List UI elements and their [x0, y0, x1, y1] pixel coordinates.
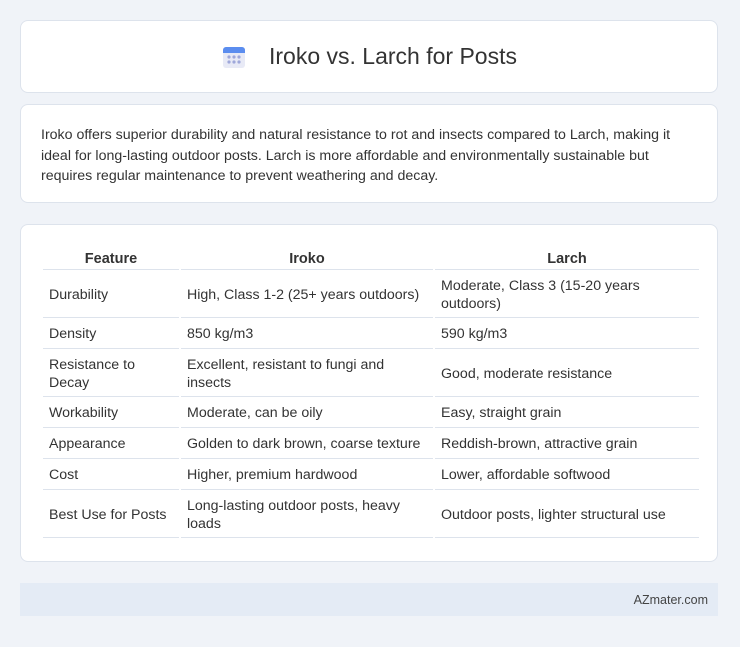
larch-cell: Reddish-brown, attractive grain	[435, 430, 699, 459]
summary-card: Iroko offers superior durability and nat…	[20, 104, 718, 203]
table-row: Durability High, Class 1-2 (25+ years ou…	[43, 272, 699, 318]
table-row: Density 850 kg/m3 590 kg/m3	[43, 320, 699, 349]
footer-brand: AZmater.com	[633, 592, 708, 607]
iroko-cell: Moderate, can be oily	[181, 399, 433, 428]
feature-cell: Durability	[43, 272, 179, 318]
iroko-cell: 850 kg/m3	[181, 320, 433, 349]
iroko-cell: Long-lasting outdoor posts, heavy loads	[181, 492, 433, 538]
header-iroko: Iroko	[181, 245, 433, 270]
footer-bar: AZmater.com	[20, 583, 718, 616]
feature-cell: Resistance to Decay	[43, 351, 179, 397]
feature-cell: Best Use for Posts	[43, 492, 179, 538]
table-header-row: Feature Iroko Larch	[43, 245, 699, 270]
iroko-cell: Excellent, resistant to fungi and insect…	[181, 351, 433, 397]
table-row: Appearance Golden to dark brown, coarse …	[43, 430, 699, 459]
feature-cell: Cost	[43, 461, 179, 490]
title-card: Iroko vs. Larch for Posts	[20, 20, 718, 93]
larch-cell: Moderate, Class 3 (15-20 years outdoors)	[435, 272, 699, 318]
table-row: Workability Moderate, can be oily Easy, …	[43, 399, 699, 428]
summary-text: Iroko offers superior durability and nat…	[41, 127, 671, 184]
calendar-icon	[223, 46, 245, 68]
table-row: Cost Higher, premium hardwood Lower, aff…	[43, 461, 699, 490]
comparison-card: Feature Iroko Larch Durability High, Cla…	[20, 224, 718, 562]
feature-cell: Appearance	[43, 430, 179, 459]
iroko-cell: Golden to dark brown, coarse texture	[181, 430, 433, 459]
header-larch: Larch	[435, 245, 699, 270]
larch-cell: Lower, affordable softwood	[435, 461, 699, 490]
larch-cell: Good, moderate resistance	[435, 351, 699, 397]
header-feature: Feature	[43, 245, 179, 270]
iroko-cell: High, Class 1-2 (25+ years outdoors)	[181, 272, 433, 318]
page-title: Iroko vs. Larch for Posts	[269, 43, 517, 69]
table-row: Resistance to Decay Excellent, resistant…	[43, 351, 699, 397]
larch-cell: Easy, straight grain	[435, 399, 699, 428]
feature-cell: Density	[43, 320, 179, 349]
larch-cell: 590 kg/m3	[435, 320, 699, 349]
table-row: Best Use for Posts Long-lasting outdoor …	[43, 492, 699, 538]
comparison-table: Feature Iroko Larch Durability High, Cla…	[41, 243, 701, 540]
feature-cell: Workability	[43, 399, 179, 428]
larch-cell: Outdoor posts, lighter structural use	[435, 492, 699, 538]
iroko-cell: Higher, premium hardwood	[181, 461, 433, 490]
